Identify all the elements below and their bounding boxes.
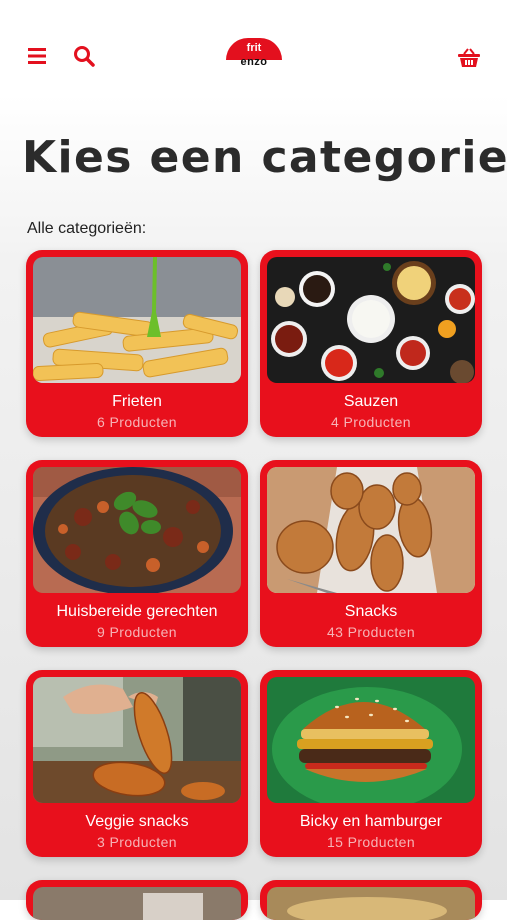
category-count: 9 Producten [97,624,177,640]
category-count: 6 Producten [97,414,177,430]
logo-text-bottom: enzo [240,56,268,68]
category-count: 3 Producten [97,834,177,850]
stew-image [33,467,241,593]
category-card-bicky-en-hamburger[interactable]: Bicky en hamburger 15 Producten [260,670,482,857]
category-image-partial [33,887,241,920]
category-card-partial-left[interactable] [26,880,248,920]
category-card-huisbereide-gerechten[interactable]: Huisbereide gerechten 9 Producten [26,460,248,647]
category-card-snacks[interactable]: Snacks 43 Producten [260,460,482,647]
logo-text-top: frit [246,42,262,54]
search-icon[interactable] [72,44,96,68]
menu-icon[interactable] [25,44,49,68]
category-card-partial-right[interactable] [260,880,482,920]
category-card-sauzen[interactable]: Sauzen 4 Producten [260,250,482,437]
category-card-frieten[interactable]: Frieten 6 Producten [26,250,248,437]
fries-image [33,257,241,383]
category-name: Bicky en hamburger [299,813,443,830]
category-name: Huisbereide gerechten [56,603,218,620]
category-card-veggie-snacks[interactable]: Veggie snacks 3 Producten [26,670,248,857]
brand-logo[interactable]: frit enzo [226,38,282,70]
category-count: 43 Producten [326,624,416,640]
category-count: 4 Producten [331,414,411,430]
page-title: Kies een categorie [22,132,507,183]
basket-icon[interactable] [457,46,481,70]
burger-image [267,677,475,803]
category-name: Frieten [112,393,162,410]
category-image-partial [267,887,475,920]
snacks-image [267,467,475,593]
category-count: 15 Producten [326,834,416,850]
category-name: Snacks [344,603,398,620]
sauces-image [267,257,475,383]
veggie-snacks-image [33,677,241,803]
category-name: Veggie snacks [85,813,189,830]
categories-subtitle: Alle categorieën: [27,220,147,237]
top-bar: frit enzo [0,0,507,100]
category-name: Sauzen [343,393,399,410]
